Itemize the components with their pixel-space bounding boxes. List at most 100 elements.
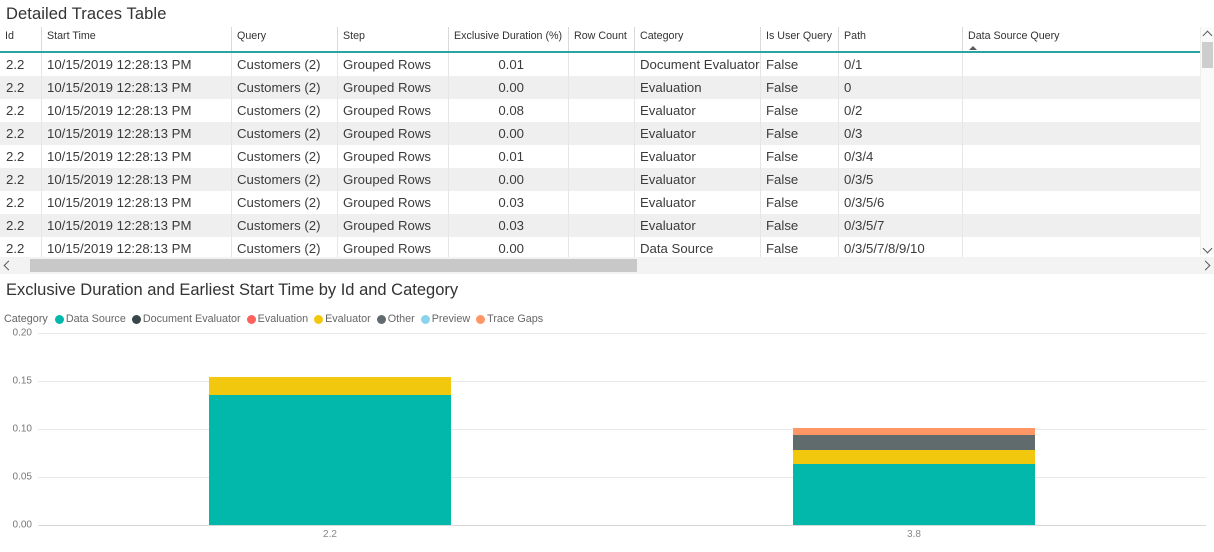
cell-data_source_query[interactable] (963, 99, 1214, 122)
legend-item-document-evaluator[interactable]: Document Evaluator (132, 313, 241, 325)
chart-bar[interactable] (793, 333, 1035, 525)
cell-data_source_query[interactable] (963, 214, 1214, 237)
cell-query[interactable]: Customers (2) (232, 214, 338, 237)
cell-id[interactable]: 2.2 (0, 145, 42, 168)
cell-start_time[interactable]: 10/15/2019 12:28:13 PM (42, 214, 232, 237)
cell-is_user_query[interactable]: False (761, 99, 839, 122)
cell-is_user_query[interactable]: False (761, 168, 839, 191)
cell-step[interactable]: Grouped Rows (338, 214, 449, 237)
chart-bar[interactable] (209, 333, 451, 525)
column-header-data-source-query[interactable]: Data Source Query (963, 27, 1214, 52)
cell-data_source_query[interactable] (963, 122, 1214, 145)
cell-id[interactable]: 2.2 (0, 168, 42, 191)
legend-item-preview[interactable]: Preview (421, 313, 470, 325)
cell-id[interactable]: 2.2 (0, 122, 42, 145)
cell-query[interactable]: Customers (2) (232, 76, 338, 99)
cell-is_user_query[interactable]: False (761, 214, 839, 237)
table-vertical-scrollbar[interactable] (1200, 27, 1214, 255)
cell-is_user_query[interactable]: False (761, 52, 839, 76)
cell-is_user_query[interactable]: False (761, 191, 839, 214)
bar-segment-trace-gaps[interactable] (793, 428, 1035, 435)
table-horizontal-scrollbar[interactable] (0, 257, 1214, 274)
cell-row_count[interactable] (569, 99, 635, 122)
cell-row_count[interactable] (569, 168, 635, 191)
cell-query[interactable]: Customers (2) (232, 99, 338, 122)
cell-step[interactable]: Grouped Rows (338, 168, 449, 191)
table-row[interactable]: 2.210/15/2019 12:28:13 PMCustomers (2)Gr… (0, 99, 1214, 122)
cell-data_source_query[interactable] (963, 76, 1214, 99)
cell-step[interactable]: Grouped Rows (338, 52, 449, 76)
cell-data_source_query[interactable] (963, 168, 1214, 191)
legend-item-data-source[interactable]: Data Source (55, 313, 126, 325)
cell-start_time[interactable]: 10/15/2019 12:28:13 PM (42, 76, 232, 99)
table-row[interactable]: 2.210/15/2019 12:28:13 PMCustomers (2)Gr… (0, 168, 1214, 191)
scroll-left-button[interactable] (0, 257, 15, 274)
cell-path[interactable]: 0/3/5/7 (839, 214, 963, 237)
cell-query[interactable]: Customers (2) (232, 168, 338, 191)
scroll-down-button[interactable] (1201, 242, 1214, 255)
cell-step[interactable]: Grouped Rows (338, 122, 449, 145)
bar-segment-evaluator[interactable] (209, 377, 451, 395)
cell-id[interactable]: 2.2 (0, 214, 42, 237)
cell-row_count[interactable] (569, 52, 635, 76)
cell-category[interactable]: Evaluator (635, 214, 761, 237)
cell-category[interactable]: Document Evaluator (635, 52, 761, 76)
column-header-id[interactable]: Id (0, 27, 42, 52)
bar-segment-data-source[interactable] (793, 464, 1035, 525)
table-row[interactable]: 2.210/15/2019 12:28:13 PMCustomers (2)Gr… (0, 122, 1214, 145)
cell-exclusive_duration[interactable]: 0.00 (449, 76, 569, 99)
cell-path[interactable]: 0/3 (839, 122, 963, 145)
table-row[interactable]: 2.210/15/2019 12:28:13 PMCustomers (2)Gr… (0, 76, 1214, 99)
cell-is_user_query[interactable]: False (761, 122, 839, 145)
cell-row_count[interactable] (569, 214, 635, 237)
column-header-is-user-query[interactable]: Is User Query (761, 27, 839, 52)
table-row[interactable]: 2.210/15/2019 12:28:13 PMCustomers (2)Gr… (0, 52, 1214, 76)
cell-query[interactable]: Customers (2) (232, 191, 338, 214)
scroll-up-button[interactable] (1201, 27, 1214, 40)
cell-path[interactable]: 0/1 (839, 52, 963, 76)
cell-category[interactable]: Evaluator (635, 168, 761, 191)
horizontal-scrollbar-thumb[interactable] (30, 259, 637, 272)
cell-exclusive_duration[interactable]: 0.00 (449, 122, 569, 145)
cell-data_source_query[interactable] (963, 191, 1214, 214)
column-header-path[interactable]: Path (839, 27, 963, 52)
table-row[interactable]: 2.210/15/2019 12:28:13 PMCustomers (2)Gr… (0, 145, 1214, 168)
column-header-exclusive-duration[interactable]: Exclusive Duration (%) (449, 27, 569, 52)
cell-is_user_query[interactable]: False (761, 145, 839, 168)
cell-path[interactable]: 0/3/4 (839, 145, 963, 168)
cell-category[interactable]: Evaluation (635, 76, 761, 99)
cell-row_count[interactable] (569, 145, 635, 168)
column-header-row-count[interactable]: Row Count (569, 27, 635, 52)
cell-exclusive_duration[interactable]: 0.03 (449, 214, 569, 237)
cell-start_time[interactable]: 10/15/2019 12:28:13 PM (42, 52, 232, 76)
cell-row_count[interactable] (569, 191, 635, 214)
cell-query[interactable]: Customers (2) (232, 145, 338, 168)
cell-query[interactable]: Customers (2) (232, 122, 338, 145)
column-header-category[interactable]: Category (635, 27, 761, 52)
cell-start_time[interactable]: 10/15/2019 12:28:13 PM (42, 99, 232, 122)
table-row[interactable]: 2.210/15/2019 12:28:13 PMCustomers (2)Gr… (0, 214, 1214, 237)
cell-exclusive_duration[interactable]: 0.01 (449, 52, 569, 76)
vertical-scrollbar-thumb[interactable] (1202, 42, 1213, 68)
legend-item-trace-gaps[interactable]: Trace Gaps (476, 313, 543, 325)
table-grid[interactable]: Id Start Time Query Step Exclusive Durat… (0, 27, 1214, 255)
cell-start_time[interactable]: 10/15/2019 12:28:13 PM (42, 122, 232, 145)
cell-exclusive_duration[interactable]: 0.03 (449, 191, 569, 214)
bar-segment-data-source[interactable] (209, 395, 451, 525)
cell-id[interactable]: 2.2 (0, 191, 42, 214)
column-header-start-time[interactable]: Start Time (42, 27, 232, 52)
cell-category[interactable]: Evaluator (635, 122, 761, 145)
cell-path[interactable]: 0 (839, 76, 963, 99)
column-header-step[interactable]: Step (338, 27, 449, 52)
cell-exclusive_duration[interactable]: 0.01 (449, 145, 569, 168)
legend-item-evaluator[interactable]: Evaluator (314, 313, 371, 325)
cell-row_count[interactable] (569, 76, 635, 99)
cell-step[interactable]: Grouped Rows (338, 191, 449, 214)
bar-segment-other[interactable] (793, 435, 1035, 449)
cell-path[interactable]: 0/3/5/6 (839, 191, 963, 214)
bar-segment-evaluator[interactable] (793, 450, 1035, 464)
cell-category[interactable]: Evaluator (635, 145, 761, 168)
cell-path[interactable]: 0/3/5 (839, 168, 963, 191)
cell-data_source_query[interactable] (963, 145, 1214, 168)
cell-row_count[interactable] (569, 122, 635, 145)
